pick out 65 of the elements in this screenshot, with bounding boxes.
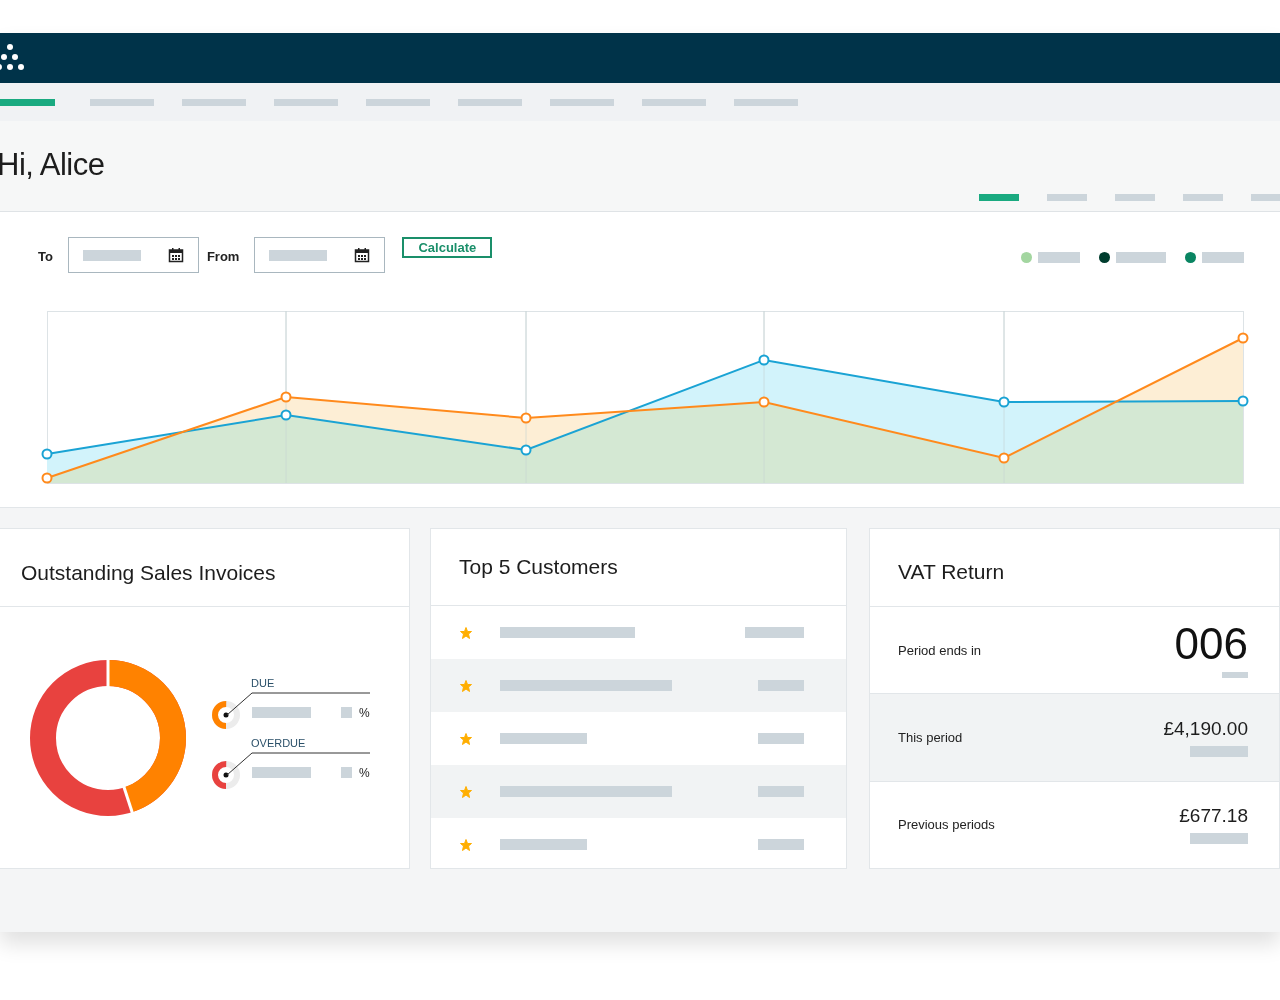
- tab[interactable]: [1183, 194, 1223, 201]
- dots-logo-icon: [0, 43, 26, 73]
- calendar-icon: [167, 247, 184, 263]
- placeholder-bar: [1222, 672, 1248, 679]
- data-point: [998, 396, 1010, 408]
- tab[interactable]: [1047, 194, 1087, 201]
- placeholder-bar: [252, 707, 311, 718]
- placeholder-bar: [252, 767, 311, 778]
- card-title: VAT Return: [898, 559, 1005, 584]
- placeholder-bar: [745, 627, 804, 638]
- vat-value: £677.18: [1179, 805, 1248, 828]
- tab[interactable]: [1115, 194, 1155, 201]
- data-point: [1237, 332, 1249, 344]
- vat-value: £4,190.00: [1163, 718, 1248, 740]
- vat-label: This period: [898, 730, 963, 745]
- greeting-heading: Hi, Alice: [0, 147, 105, 183]
- calendar-icon: [354, 247, 371, 263]
- placeholder-bar: [1190, 833, 1248, 845]
- data-point: [280, 409, 292, 421]
- gauge-icon: [210, 698, 242, 731]
- nav-tab[interactable]: [182, 98, 246, 106]
- data-point: [998, 452, 1010, 464]
- placeholder-bar: [341, 767, 352, 778]
- date-field[interactable]: [67, 237, 199, 273]
- data-point: [758, 396, 770, 408]
- placeholder-bar: [1190, 746, 1248, 757]
- tab[interactable]: [979, 194, 1019, 201]
- gauge-icon: [210, 758, 242, 791]
- placeholder-bar: [1202, 252, 1244, 263]
- percent-sign: %: [359, 765, 370, 780]
- vat-label: Previous periods: [898, 817, 995, 833]
- field-label: To: [38, 249, 53, 264]
- nav-tab[interactable]: [274, 98, 338, 106]
- calculate-button[interactable]: Calculate: [402, 237, 493, 258]
- nav-tab[interactable]: [734, 98, 798, 106]
- placeholder-bar: [758, 839, 804, 850]
- data-point: [1237, 395, 1249, 407]
- nav-tab[interactable]: [550, 98, 614, 106]
- placeholder-bar: [758, 733, 804, 744]
- placeholder-bar: [341, 707, 352, 718]
- nav-tab[interactable]: [458, 98, 522, 106]
- placeholder-bar: [758, 786, 804, 797]
- date-field[interactable]: [254, 237, 386, 273]
- field-label: From: [206, 249, 240, 264]
- data-point: [520, 412, 532, 424]
- nav-tab[interactable]: [90, 98, 154, 106]
- vat-label: Period ends in: [898, 642, 982, 658]
- card-title: Outstanding Sales Invoices: [21, 560, 276, 585]
- tab[interactable]: [1251, 194, 1280, 201]
- placeholder-bar: [1038, 252, 1080, 263]
- data-point: [41, 448, 53, 460]
- nav-tab[interactable]: [642, 98, 706, 106]
- nav-tab[interactable]: [366, 98, 430, 106]
- percent-sign: %: [359, 705, 370, 720]
- card-title: Top 5 Customers: [459, 555, 618, 579]
- vat-value: 006: [1174, 622, 1248, 667]
- placeholder-bar: [1116, 252, 1166, 263]
- data-point: [758, 354, 770, 366]
- data-point: [41, 472, 53, 484]
- placeholder-bar: [758, 680, 804, 691]
- gauge-label: OVERDUE: [251, 736, 306, 749]
- data-point: [520, 444, 532, 456]
- data-point: [280, 391, 292, 403]
- nav-tab[interactable]: [0, 98, 55, 106]
- gauge-label: DUE: [251, 676, 275, 689]
